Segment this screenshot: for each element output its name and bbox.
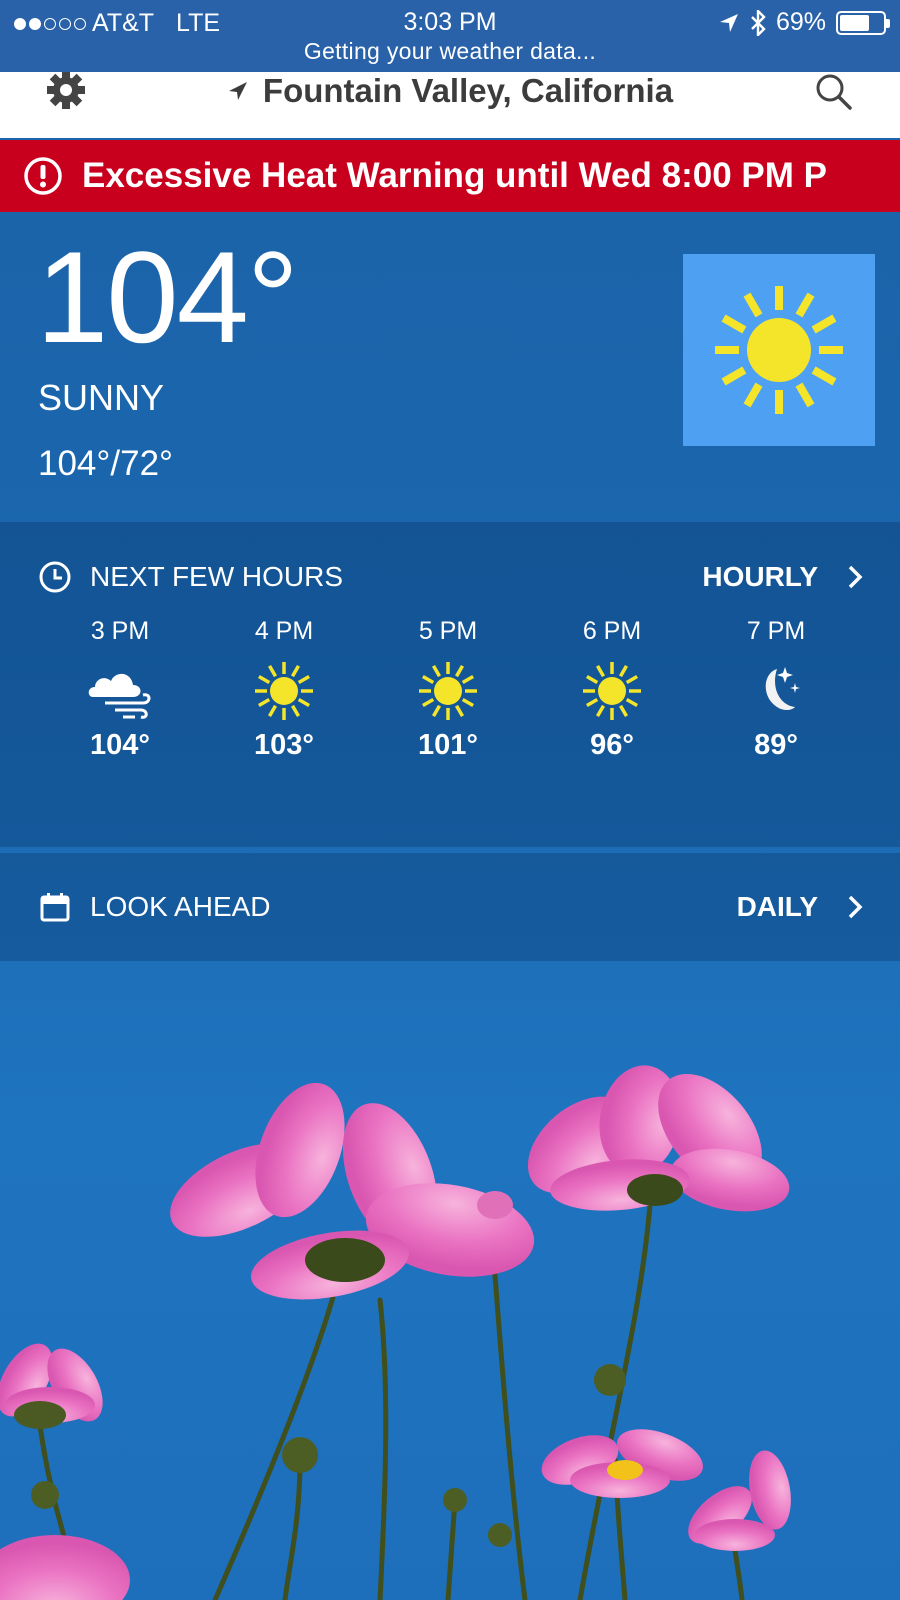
- chevron-right-icon: [848, 565, 863, 589]
- hour-temp: 89°: [754, 729, 798, 761]
- look-ahead-title: LOOK AHEAD: [90, 891, 271, 922]
- next-hours-panel: NEXT FEW HOURS HOURLY 3 PM 104° 4 PM 103…: [0, 522, 900, 847]
- current-temperature: 104°: [36, 224, 299, 370]
- hour-temp: 103°: [254, 729, 314, 761]
- windy-cloud-icon: [88, 673, 151, 719]
- hourly-forecast-row: 3 PM 104° 4 PM 103° 5 PM 101° 6 PM 96° 7: [38, 617, 858, 762]
- battery-icon: [836, 10, 890, 35]
- moon-icon: [765, 667, 800, 710]
- app-header: Fountain Valley, California: [0, 72, 900, 138]
- battery-percent: 69%: [775, 8, 826, 36]
- hour-time: 3 PM: [90, 617, 150, 645]
- heat-warning-banner[interactable]: Excessive Heat Warning until Wed 8:00 PM…: [0, 140, 900, 212]
- location-name: Fountain Valley, California: [262, 72, 674, 109]
- hour-temp: 101°: [418, 729, 478, 761]
- status-subtitle: Getting your weather data...: [303, 38, 597, 64]
- hourly-label: HOURLY: [702, 561, 818, 592]
- next-hours-title: NEXT FEW HOURS: [90, 561, 344, 592]
- calendar-icon: [40, 893, 70, 922]
- alert-icon: [24, 157, 62, 195]
- hour-item[interactable]: 5 PM 101°: [366, 617, 530, 762]
- next-hours-header[interactable]: NEXT FEW HOURS HOURLY: [38, 557, 864, 597]
- alert-text: Excessive Heat Warning until Wed 8:00 PM…: [82, 156, 827, 195]
- sun-icon: [715, 286, 843, 414]
- hour-item[interactable]: 7 PM 89°: [694, 617, 858, 762]
- current-condition: SUNNY: [38, 377, 165, 418]
- hour-item[interactable]: 4 PM 103°: [202, 617, 366, 762]
- hour-time: 6 PM: [582, 617, 642, 645]
- daily-link[interactable]: DAILY: [737, 891, 864, 923]
- hour-time: 5 PM: [418, 617, 478, 645]
- sun-icon: [419, 662, 477, 720]
- location-arrow-icon: [228, 82, 247, 100]
- hour-time: 7 PM: [746, 617, 806, 645]
- status-bar: AT&T LTE 3:03 PM Getting your weather da…: [0, 0, 900, 72]
- hour-temp: 104°: [90, 729, 150, 761]
- sun-icon: [255, 662, 313, 720]
- sun-icon: [583, 662, 641, 720]
- condition-icon-box: [683, 254, 875, 446]
- look-ahead-panel[interactable]: LOOK AHEAD DAILY: [0, 853, 900, 961]
- hour-item[interactable]: 3 PM 104°: [38, 617, 202, 762]
- location-services-icon: [719, 13, 738, 32]
- current-conditions[interactable]: 104° SUNNY 104°/72°: [0, 212, 900, 522]
- location-selector[interactable]: Fountain Valley, California: [0, 72, 900, 110]
- background-flowers-image: [0, 1065, 791, 1600]
- search-icon[interactable]: [812, 72, 856, 112]
- daily-label: DAILY: [736, 891, 818, 922]
- hour-time: 4 PM: [254, 617, 314, 645]
- look-ahead-header[interactable]: LOOK AHEAD DAILY: [38, 887, 864, 927]
- hi-lo-temperature: 104°/72°: [38, 444, 174, 483]
- hourly-link[interactable]: HOURLY: [702, 561, 864, 593]
- bluetooth-icon: [751, 9, 766, 36]
- chevron-right-icon: [848, 895, 863, 919]
- hour-item[interactable]: 6 PM 96°: [530, 617, 694, 762]
- status-right: 69%: [718, 8, 890, 37]
- hour-temp: 96°: [590, 729, 634, 761]
- clock-icon: [39, 561, 71, 593]
